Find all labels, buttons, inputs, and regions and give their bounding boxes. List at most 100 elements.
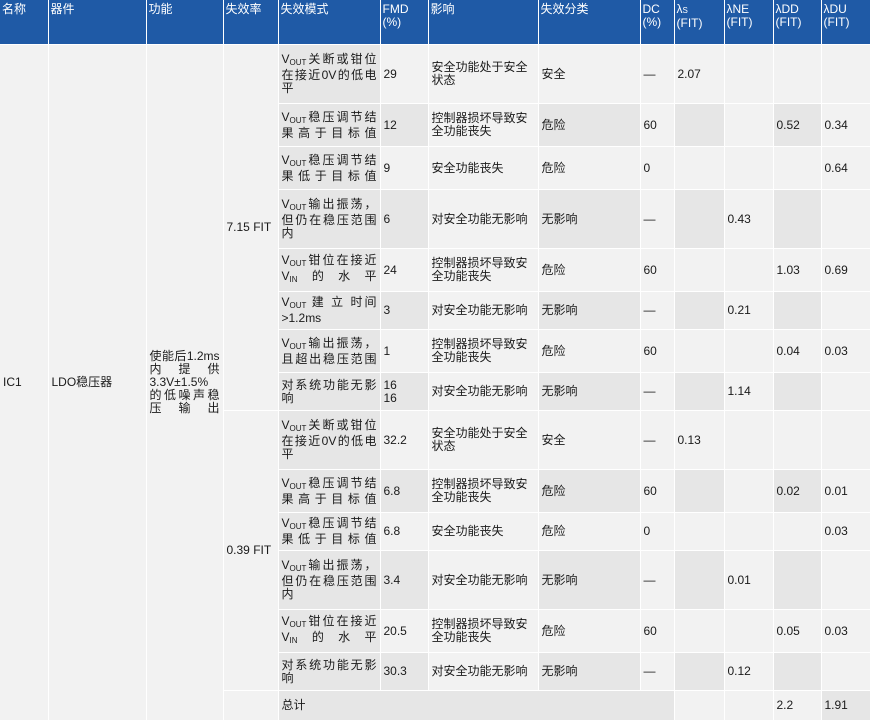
effect-text: 对安全功能无影响: [431, 664, 528, 678]
failure-mode-cell: 对系统功能无影响: [278, 652, 381, 691]
effect-cell: 对安全功能无影响: [428, 652, 539, 691]
fmd-value: 32.2: [383, 432, 407, 447]
lambda-s-cell: [674, 248, 725, 292]
signal-symbol: V: [281, 558, 290, 572]
lambda-du-value: 0.64: [824, 160, 848, 175]
category-text: 无影响: [541, 384, 578, 398]
fmd-value: 6: [383, 211, 391, 226]
category-cell: 危险: [538, 609, 641, 653]
header-dc-unit: (%): [642, 15, 662, 29]
lambda-dd-value: 0.05: [776, 623, 800, 638]
header-lambda-s-sub: S: [682, 6, 688, 15]
failure-mode-cell: 对系统功能无影响: [278, 372, 381, 411]
lambda-ne-value: 0.21: [727, 303, 751, 317]
category-text: 危险: [541, 262, 566, 277]
fit-group-2: 0.39 FIT: [223, 410, 279, 691]
category-text: 危险: [541, 483, 566, 498]
lambda-dd-cell: 0.04: [773, 329, 822, 373]
lambda-ne-cell: [724, 329, 774, 373]
failure-mode-text-tail: 的水平: [297, 630, 377, 644]
header-lambda-dd: λDD (FIT): [773, 0, 822, 45]
dc-value: —: [643, 572, 656, 587]
lambda-dd-cell: [773, 550, 822, 610]
fmd-cell: 30.3: [380, 652, 429, 691]
effect-text: 安全功能处于安全状态: [431, 60, 528, 87]
lambda-dd-cell: [773, 372, 822, 411]
lambda-ne-cell: [724, 103, 774, 147]
lambda-du-cell: 0.34: [821, 103, 870, 147]
effect-cell: 对安全功能无影响: [428, 291, 539, 330]
dc-cell: —: [640, 44, 675, 104]
dc-cell: —: [640, 550, 675, 610]
signal-symbol: V: [281, 269, 290, 283]
header-function: 功能: [146, 0, 224, 45]
lambda-s-value: 0.13: [677, 432, 701, 447]
fmd-value: 6.8: [383, 524, 401, 538]
signal-subscript: OUT: [289, 341, 307, 351]
failure-mode-text: 稳压调节结果低于目标值: [281, 516, 377, 546]
lambda-ne-value: 0.12: [727, 664, 751, 678]
effect-cell: 安全功能丧失: [428, 146, 539, 190]
lambda-s-cell: [674, 550, 725, 610]
lambda-du-value: 0.01: [824, 483, 848, 498]
lambda-du-cell: 0.03: [821, 609, 870, 653]
fmd-cell: 20.5: [380, 609, 429, 653]
fit-rate-value: 7.15 FIT: [226, 220, 272, 234]
effect-text: 对安全功能无影响: [431, 384, 528, 398]
failure-mode-text: 建 立 时间>1.2ms: [281, 295, 377, 325]
lambda-dd-cell: [773, 44, 822, 104]
lambda-s-cell: [674, 103, 725, 147]
failure-mode-cell: VOUT关断或钳位在接近0V的低电平: [278, 410, 381, 470]
fmd-cell: 32.2: [380, 410, 429, 470]
category-cell: 无影响: [538, 652, 641, 691]
component-function: 使能后1.2ms内提供3.3V±1.5%的低噪声稳压输出: [149, 349, 220, 415]
lambda-ne-cell: [724, 248, 774, 292]
header-lambda-dd-label: λDD: [775, 2, 799, 16]
lambda-s-cell: [674, 512, 725, 551]
lambda-ne-cell: 1.14: [724, 372, 774, 411]
lambda-ne-cell: [724, 410, 774, 470]
dc-cell: —: [640, 372, 675, 411]
lambda-s-cell: [674, 372, 725, 411]
fmd-value: 30.3: [383, 664, 407, 678]
lambda-dd-value: 0.52: [776, 117, 800, 132]
dc-cell: —: [640, 410, 675, 470]
header-category: 失效分类: [538, 0, 641, 45]
dc-value: 60: [643, 623, 657, 638]
total-lambda-ne-cell: 1.91: [821, 690, 870, 721]
dc-cell: 60: [640, 248, 675, 292]
signal-subscript: OUT: [289, 522, 307, 531]
fmd-value: 29: [383, 66, 397, 81]
header-effect: 影响: [428, 0, 539, 45]
header-row: 名称 器件 功能 失效率 失效模式 FMD (%) 影响 失效分类 DC (%) λ…: [0, 0, 870, 45]
lambda-s-cell: [674, 291, 725, 330]
lambda-du-cell: 0.01: [821, 469, 870, 513]
lambda-ne-cell: [724, 609, 774, 653]
lambda-dd-cell: [773, 512, 822, 551]
category-text: 危险: [541, 623, 566, 638]
component-name-cell: IC1: [0, 44, 49, 721]
lambda-du-cell: 0.03: [821, 512, 870, 551]
fmd-value: 20.5: [383, 623, 407, 638]
effect-text: 安全功能丧失: [431, 160, 504, 175]
lambda-s-value: 2.07: [677, 66, 701, 81]
header-fit-rate: 失效率: [223, 0, 279, 45]
lambda-s-cell: 0.13: [674, 410, 725, 470]
fmd-cell: 6.8: [380, 469, 429, 513]
fit-rate-value: 0.39 FIT: [226, 543, 272, 557]
lambda-dd-cell: [773, 291, 822, 330]
signal-subscript: OUT: [289, 620, 307, 629]
table-row: IC1 LDO稳压器 使能后1.2ms内提供3.3V±1.5%的低噪声稳压输出 7.1…: [0, 44, 870, 721]
category-text: 无影响: [541, 664, 578, 678]
dc-value: 60: [643, 343, 657, 358]
effect-cell: 安全功能丧失: [428, 512, 539, 551]
failure-mode-text: 对系统功能无影响: [281, 377, 377, 405]
lambda-du-cell: [821, 189, 870, 249]
header-fmd-unit: (%): [382, 15, 402, 29]
dc-value: 60: [643, 483, 657, 498]
lambda-dd-cell: [773, 146, 822, 190]
component-function-cell: 使能后1.2ms内提供3.3V±1.5%的低噪声稳压输出: [146, 44, 224, 721]
total-lambda-s: 2.2: [776, 698, 794, 712]
total-lambda-ne: 1.91: [824, 698, 848, 712]
header-lambda-ne-label: λNE: [726, 2, 750, 16]
